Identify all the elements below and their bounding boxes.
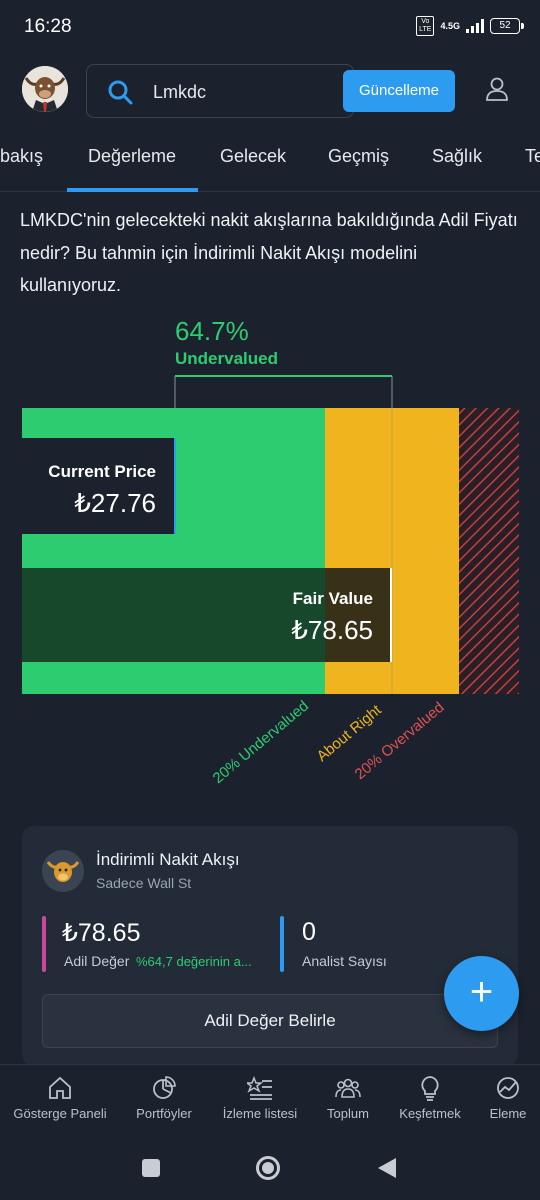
tab-health[interactable]: Sağlık (432, 146, 482, 167)
tab-valuation[interactable]: Değerleme (88, 146, 176, 167)
pie-chart-icon (153, 1076, 176, 1099)
nav-label: Keşfetmek (399, 1106, 461, 1121)
bull-avatar-icon (42, 850, 84, 892)
status-icons: Vo LTE 4.5G 52 (416, 16, 524, 36)
nav-label: Portföyler (136, 1106, 192, 1121)
fair-value-accent (42, 916, 46, 972)
set-fair-value-button[interactable]: Adil Değer Belirle (42, 994, 498, 1048)
discount-label: Undervalued (175, 349, 278, 368)
nav-label: İzleme listesi (222, 1106, 298, 1121)
search-input[interactable]: Lmkdc (153, 82, 206, 103)
active-tab-indicator (67, 188, 198, 192)
battery-icon: 52 (490, 18, 524, 34)
tab-bar: bakış Değerleme Gelecek Geçmiş Sağlık Te (0, 128, 540, 192)
nav-watchlist[interactable]: İzleme listesi (210, 1075, 310, 1123)
card-fair-value: ₺78.65 (62, 919, 141, 947)
search-icon (108, 80, 133, 105)
lightbulb-icon (421, 1076, 439, 1101)
update-button[interactable]: Güncelleme (343, 70, 455, 112)
tab-more[interactable]: Te (525, 146, 540, 167)
analyst-accent (280, 916, 284, 972)
nav-screener[interactable]: Eleme (458, 1075, 540, 1123)
nav-label: Eleme (489, 1106, 527, 1121)
tab-future[interactable]: Gelecek (220, 146, 286, 167)
status-bar: 16:28 Vo LTE 4.5G 52 (0, 0, 540, 52)
status-time: 16:28 (24, 16, 72, 37)
back-icon[interactable] (376, 1156, 398, 1180)
network-type: 4.5G (440, 21, 460, 31)
fair-value-value: ₺78.65 (291, 615, 373, 645)
home-icon (49, 1076, 71, 1099)
bottom-nav: Gösterge Paneli Portföyler İzleme listes… (0, 1064, 540, 1134)
volte-icon: Vo LTE (416, 16, 435, 36)
analyst-count: 0 (302, 918, 316, 946)
discount-percent: 64.7% (175, 316, 249, 346)
bull-logo-icon[interactable] (22, 66, 68, 112)
add-button[interactable]: + (444, 956, 519, 1031)
tab-overview[interactable]: bakış (0, 146, 43, 167)
analyst-label: Analist Sayısı (302, 953, 387, 969)
user-icon[interactable] (484, 76, 510, 102)
tab-past[interactable]: Geçmiş (328, 146, 389, 167)
community-icon (335, 1078, 361, 1098)
card-fair-value-label: Adil Değer (64, 953, 130, 969)
valuation-chart: Current Price ₺27.76 Fair Value ₺78.65 2… (22, 375, 519, 787)
card-fair-value-note: %64,7 değerinin a... (136, 954, 252, 969)
zone-overvalued (459, 408, 519, 694)
valuation-description: LMKDC'nin gelecekteki nakit akışlarına b… (20, 210, 518, 295)
card-title: İndirimli Nakit Akışı (96, 850, 240, 869)
star-list-icon (247, 1075, 272, 1100)
current-price-label: Current Price (48, 462, 156, 481)
recents-icon[interactable] (141, 1158, 161, 1178)
current-price-value: ₺27.76 (74, 488, 156, 518)
system-nav-bar (0, 1134, 540, 1200)
nav-dashboard[interactable]: Gösterge Paneli (10, 1075, 110, 1123)
signal-icon (466, 19, 484, 33)
nav-label: Toplum (327, 1106, 369, 1121)
zone-label-undervalued: 20% Undervalued (210, 697, 312, 787)
screener-icon (497, 1077, 519, 1099)
nav-label: Gösterge Paneli (13, 1106, 107, 1121)
dcf-card: İndirimli Nakit Akışı Sadece Wall St ₺78… (22, 826, 518, 1066)
fair-value-label: Fair Value (293, 589, 373, 608)
search-box[interactable]: Lmkdc (86, 64, 354, 118)
current-price-bar (22, 438, 175, 534)
home-button-icon[interactable] (255, 1155, 281, 1181)
card-subtitle: Sadece Wall St (96, 875, 192, 891)
nav-portfolios[interactable]: Portföyler (114, 1075, 214, 1123)
app-header: Lmkdc Güncelleme (0, 52, 540, 128)
